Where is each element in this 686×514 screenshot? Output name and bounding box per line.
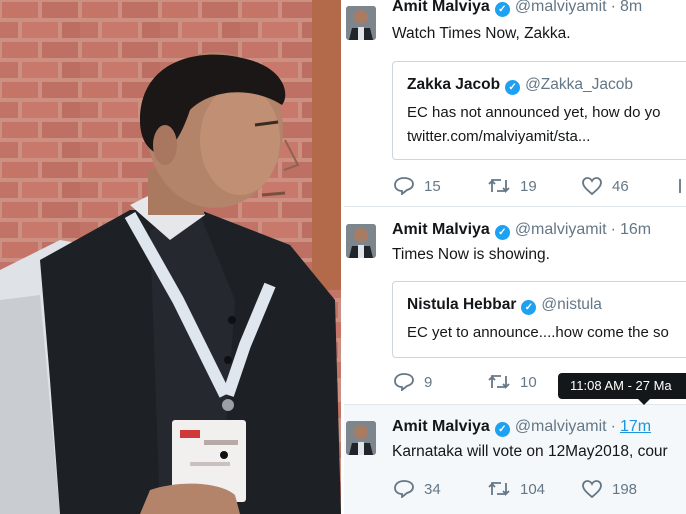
like-icon	[582, 177, 602, 195]
tweet-text: Watch Times Now, Zakka.	[392, 25, 571, 42]
verified-icon: ✓	[494, 2, 510, 17]
author-name[interactable]: Amit Malviya	[392, 221, 490, 238]
reply-icon	[394, 480, 414, 498]
quoted-tweet[interactable]: Nistula Hebbar ✓ @nistula EC yet to announ…	[392, 281, 686, 358]
tweet-header: Amit Malviya ✓ @malviyamit · 17m	[392, 418, 651, 437]
like-icon	[582, 480, 602, 498]
author-name[interactable]: Amit Malviya	[392, 418, 490, 435]
profile-photo	[0, 0, 341, 514]
retweet-icon	[488, 178, 510, 194]
retweet-button[interactable]: 10	[488, 373, 537, 391]
reply-button[interactable]: 9	[394, 373, 432, 391]
retweet-count: 104	[520, 480, 546, 498]
separator-dot: ·	[610, 418, 616, 435]
share-icon	[679, 179, 681, 193]
like-button[interactable]: 46	[582, 177, 629, 195]
tweet-timestamp[interactable]: 8m	[620, 0, 642, 15]
reply-button[interactable]: 34	[394, 480, 441, 498]
reply-count: 15	[424, 177, 441, 195]
quoted-tweet-text: EC has not announced yet, how do yo	[407, 104, 661, 121]
avatar[interactable]	[346, 224, 376, 258]
tweet-header: Amit Malviya ✓ @malviyamit · 16m	[392, 221, 651, 240]
separator-dot: ·	[610, 0, 616, 15]
tweet-timestamp[interactable]: 16m	[620, 221, 651, 238]
tweet-feed[interactable]: Amit Malviya ✓ @malviyamit · 8m Watch Times …	[344, 0, 686, 514]
reply-icon	[394, 177, 414, 195]
retweet-count: 10	[520, 373, 537, 391]
quoted-author-handle: @nistula	[541, 296, 602, 313]
verified-icon: ✓	[494, 422, 510, 437]
author-handle[interactable]: @malviyamit	[515, 0, 607, 15]
author-name[interactable]: Amit Malviya	[392, 0, 490, 15]
quoted-author-name: Zakka Jacob	[407, 76, 501, 93]
verified-icon: ✓	[521, 300, 537, 315]
quoted-tweet[interactable]: Zakka Jacob ✓ @Zakka_Jacob EC has not anno…	[392, 61, 686, 160]
like-count: 46	[612, 177, 629, 195]
like-button[interactable]: 198	[582, 480, 637, 498]
verified-icon: ✓	[505, 80, 521, 95]
like-count: 198	[612, 480, 638, 498]
author-handle[interactable]: @malviyamit	[515, 221, 607, 238]
quoted-tweet-text: EC yet to announce....how come the so	[407, 324, 669, 341]
author-handle[interactable]: @malviyamit	[515, 418, 607, 435]
reply-icon	[394, 373, 414, 391]
quoted-tweet-link[interactable]: twitter.com/malviyamit/sta...	[407, 128, 590, 145]
tweet-text: Karnataka will vote on 12May2018, cour	[392, 443, 668, 460]
retweet-button[interactable]: 19	[488, 177, 537, 195]
retweet-icon	[488, 374, 510, 390]
tweet[interactable]: Amit Malviya ✓ @malviyamit · 17m Karnataka w…	[344, 405, 686, 514]
timestamp-tooltip: 11:08 AM - 27 Ma	[558, 373, 686, 399]
tooltip-arrow	[638, 399, 650, 405]
tweet[interactable]: Amit Malviya ✓ @malviyamit · 8m Watch Times …	[344, 0, 686, 205]
reply-button[interactable]: 15	[394, 177, 441, 195]
reply-count: 9	[424, 373, 433, 391]
quoted-author-name: Nistula Hebbar	[407, 296, 517, 313]
photo-illustration	[0, 0, 341, 514]
retweet-count: 19	[520, 177, 537, 195]
avatar[interactable]	[346, 6, 376, 40]
quoted-author-handle: @Zakka_Jacob	[525, 76, 633, 93]
dm-button[interactable]	[678, 177, 686, 195]
retweet-icon	[488, 481, 510, 497]
tweet-text: Times Now is showing.	[392, 246, 550, 263]
verified-icon: ✓	[494, 225, 510, 240]
avatar[interactable]	[346, 421, 376, 455]
retweet-button[interactable]: 104	[488, 480, 545, 498]
separator-dot: ·	[610, 221, 616, 238]
tweet-timestamp-link[interactable]: 17m	[620, 418, 651, 435]
quoted-tweet-header: Nistula Hebbar ✓ @nistula	[407, 296, 602, 315]
tweet-header: Amit Malviya ✓ @malviyamit · 8m	[392, 0, 642, 17]
quoted-tweet-header: Zakka Jacob ✓ @Zakka_Jacob	[407, 76, 633, 95]
reply-count: 34	[424, 480, 441, 498]
